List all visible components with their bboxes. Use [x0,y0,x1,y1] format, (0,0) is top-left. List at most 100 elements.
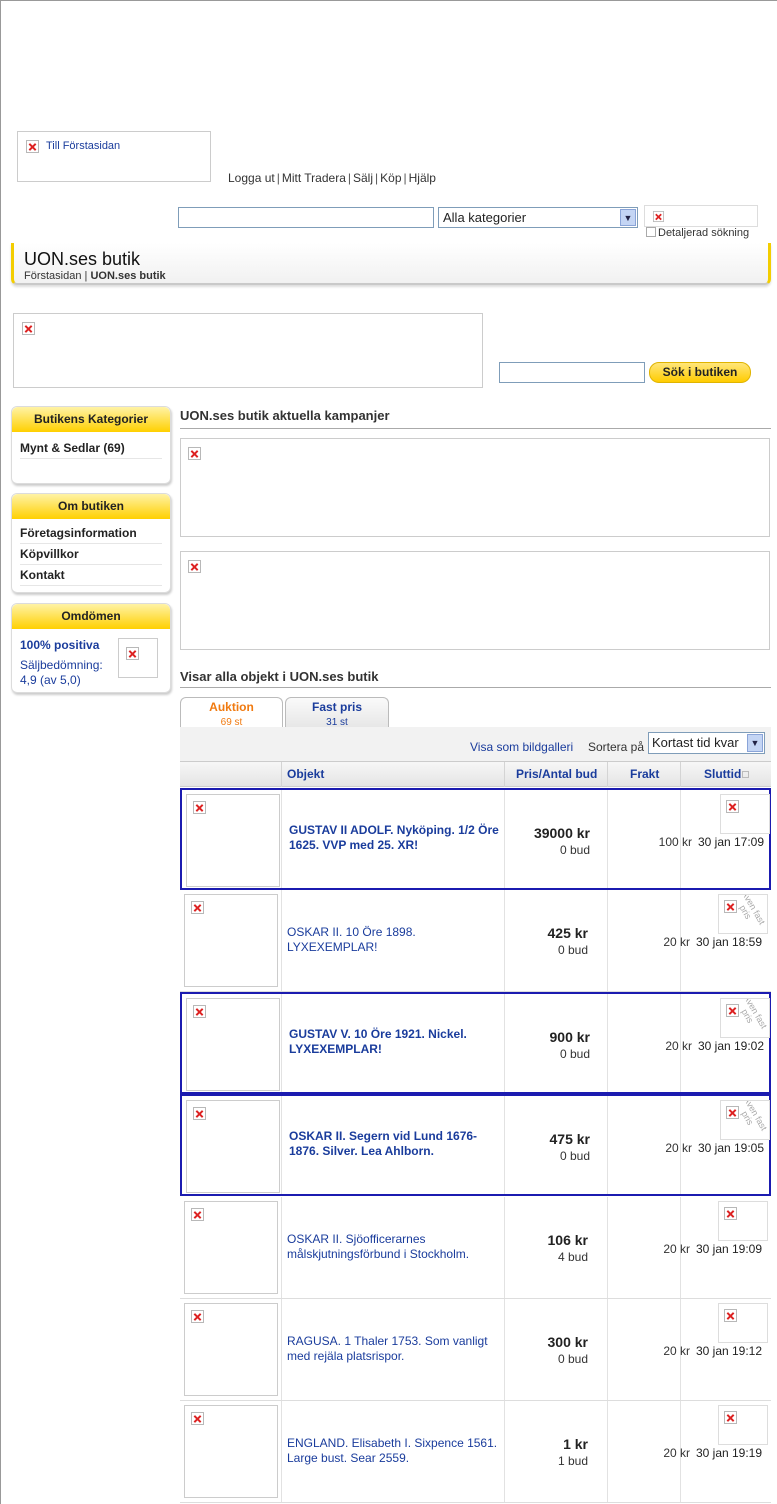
page: Till Förstasidan Logga ut | Mitt Tradera | S… [0,0,777,1504]
column-divider [281,1401,282,1502]
breadcrumb-home[interactable]: Förstasidan [24,270,81,282]
item-title[interactable]: OSKAR II. 10 Öre 1898. LYXEXEMPLAR! [287,925,501,955]
chevron-down-icon: ▼ [620,209,636,226]
nav-sell[interactable]: Sälj [353,171,373,185]
reviews-box: Omdömen 100% positiva Säljbedömning: 4,9 … [11,603,171,693]
about-purchase-terms[interactable]: Köpvillkor [20,544,162,565]
item-end-time: 30 jan 19:02 [697,1039,765,1053]
item-price: 1 kr [563,1436,588,1452]
item-badge-image [718,1405,768,1445]
column-divider [607,1401,608,1502]
broken-image-icon [126,647,139,660]
item-price: 425 kr [547,925,588,941]
nav-my-tradera[interactable]: Mitt Tradera [282,171,346,185]
column-divider [281,1197,282,1298]
item-title[interactable]: OSKAR II. Segern vid Lund 1676-1876. Sil… [289,1129,503,1159]
home-link[interactable]: Till Förstasidan [46,140,120,152]
broken-image-icon [652,210,665,223]
category-coins-notes[interactable]: Mynt & Sedlar (69) [20,438,162,459]
item-thumbnail[interactable] [186,794,280,887]
table-row[interactable]: OSKAR II. Segern vid Lund 1676-1876. Sil… [180,1094,771,1196]
item-end-time: 30 jan 18:59 [695,935,763,949]
shop-banner [13,313,483,388]
broken-image-icon [193,1107,206,1120]
item-thumbnail[interactable] [186,998,280,1091]
reviews-title: Omdömen [12,604,170,629]
chevron-down-icon: ▼ [747,734,763,752]
about-company-info[interactable]: Företagsinformation [20,523,162,544]
item-badge-image: Även fast pris [720,998,770,1038]
checkbox-icon[interactable] [646,227,656,237]
shop-search-button[interactable]: Sök i butiken [649,362,751,383]
tab-fixed-price[interactable]: Fast pris 31 st [285,697,389,728]
item-title[interactable]: GUSTAV II ADOLF. Nyköping. 1/2 Öre 1625.… [289,823,503,853]
category-select[interactable]: Alla kategorier ▼ [438,207,638,228]
listing-title: Visar alla objekt i UON.ses butik [180,669,379,684]
divider [180,428,771,429]
item-bids: 0 bud [557,1352,588,1366]
column-divider [607,1197,608,1298]
nav-buy[interactable]: Köp [380,171,401,185]
item-title[interactable]: OSKAR II. Sjöofficerarnes målskjutningsf… [287,1232,501,1262]
gallery-view-link[interactable]: Visa som bildgalleri [470,740,573,754]
table-row[interactable]: GUSTAV II ADOLF. Nyköping. 1/2 Öre 1625.… [180,788,771,890]
campaign-banner[interactable] [180,438,770,537]
item-thumbnail[interactable] [184,1405,278,1498]
detailed-search-toggle[interactable]: Detaljerad sökning [646,227,749,239]
table-row[interactable]: OSKAR II. Sjöofficerarnes målskjutningsf… [180,1197,771,1299]
item-thumbnail[interactable] [186,1100,280,1193]
tab-auction[interactable]: Auktion 69 st [180,697,283,729]
item-end-time: 30 jan 19:19 [695,1446,763,1460]
item-title[interactable]: ENGLAND. Elisabeth I. Sixpence 1561. Lar… [287,1436,501,1466]
column-divider [281,994,282,1092]
item-bids: 0 bud [559,1149,590,1163]
nav-help[interactable]: Hjälp [409,171,436,185]
broken-image-icon [726,800,739,813]
item-shipping: 20 kr [663,1446,690,1460]
sort-select[interactable]: Kortast tid kvar ▼ [648,732,765,754]
item-price: 300 kr [547,1334,588,1350]
shop-header: UON.ses butik Förstasidan | UON.ses buti… [11,243,771,285]
column-end-time[interactable]: Sluttid [704,762,750,787]
seller-rating[interactable]: Säljbedömning: 4,9 (av 5,0) [20,658,120,688]
item-thumbnail[interactable] [184,1303,278,1396]
item-price: 475 kr [549,1131,590,1147]
item-title[interactable]: RAGUSA. 1 Thaler 1753. Som vanligt med r… [287,1334,501,1364]
about-contact[interactable]: Kontakt [20,565,162,586]
column-price-bids[interactable]: Pris/Antal bud [516,762,597,787]
table-row[interactable]: ENGLAND. Elisabeth I. Sixpence 1561. Lar… [180,1401,771,1503]
broken-image-icon [724,1411,737,1424]
broken-image-icon [22,322,35,335]
table-row[interactable]: RAGUSA. 1 Thaler 1753. Som vanligt med r… [180,1299,771,1401]
site-search-input[interactable] [178,207,434,228]
positive-reviews[interactable]: 100% positiva [20,638,99,652]
table-row[interactable]: OSKAR II. 10 Öre 1898. LYXEXEMPLAR! 425 k… [180,890,771,992]
column-object[interactable]: Objekt [287,762,324,787]
item-end-time: 30 jan 17:09 [697,835,765,849]
campaign-banner[interactable] [180,551,770,650]
item-shipping: 20 kr [663,1242,690,1256]
item-bids: 1 bud [557,1454,588,1468]
top-nav: Logga ut | Mitt Tradera | Sälj | Köp | Hjälp [228,171,436,185]
broken-image-icon [191,1412,204,1425]
broken-image-icon [193,1005,206,1018]
broken-image-icon [191,1208,204,1221]
item-thumbnail[interactable] [184,1201,278,1294]
categories-title: Butikens Kategorier [12,407,170,432]
column-divider [504,994,505,1092]
item-shipping: 20 kr [663,935,690,949]
search-button[interactable] [644,205,758,227]
item-end-time: 30 jan 19:09 [695,1242,763,1256]
broken-image-icon [724,1309,737,1322]
table-row[interactable]: GUSTAV V. 10 Öre 1921. Nickel. LYXEXEMPL… [180,992,771,1094]
column-divider [281,1299,282,1400]
column-shipping[interactable]: Frakt [630,762,659,787]
shop-search-input[interactable] [499,362,645,383]
column-divider [504,790,505,888]
item-title[interactable]: GUSTAV V. 10 Öre 1921. Nickel. LYXEXEMPL… [289,1027,503,1057]
item-thumbnail[interactable] [184,894,278,987]
site-logo-link[interactable]: Till Förstasidan [17,131,211,182]
nav-logout[interactable]: Logga ut [228,171,275,185]
item-bids: 4 bud [557,1250,588,1264]
sort-label: Sortera på [588,740,645,754]
